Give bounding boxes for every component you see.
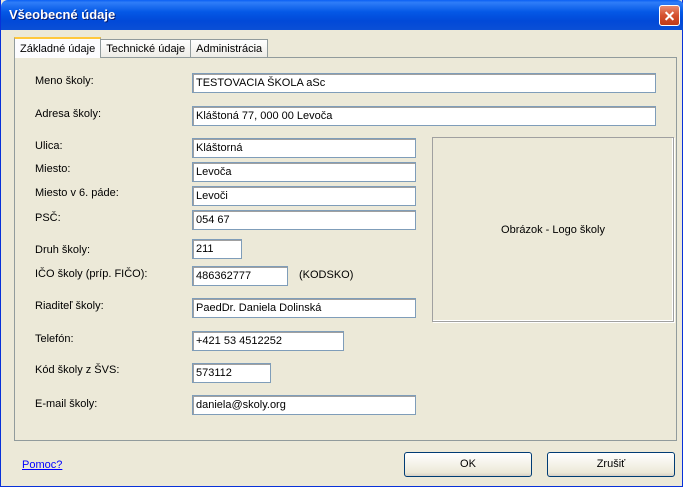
- telefon-input[interactable]: +421 53 4512252: [192, 331, 344, 351]
- meno-skoly-input[interactable]: TESTOVACIA ŠKOLA aSc: [192, 73, 656, 93]
- ico-input[interactable]: 486362777: [192, 266, 288, 286]
- label-adresa-skoly: Adresa školy:: [35, 108, 102, 120]
- help-link[interactable]: Pomoc?: [22, 459, 62, 471]
- tab-zakladne-udaje[interactable]: Základné údaje: [14, 37, 102, 58]
- window-title: Všeobecné údaje: [9, 7, 116, 22]
- label-ico: IČO školy (príp. FIČO):: [35, 268, 148, 280]
- tab-panel: Meno školy: TESTOVACIA ŠKOLA aSc Adresa …: [14, 57, 677, 441]
- cancel-button[interactable]: Zrušiť: [547, 452, 675, 477]
- tab-strip: Základné údaje Technické údaje Administr…: [14, 37, 269, 58]
- miesto-6-pade-input[interactable]: Levoči: [192, 186, 416, 206]
- adresa-skoly-input[interactable]: Kláštoná 77, 000 00 Levoča: [192, 106, 656, 126]
- email-input[interactable]: daniela@skoly.org: [192, 395, 416, 415]
- ok-button[interactable]: OK: [404, 452, 532, 477]
- label-meno-skoly: Meno školy:: [35, 75, 94, 87]
- label-miesto-6-pade: Miesto v 6. páde:: [35, 187, 119, 199]
- dialog-window: Všeobecné údaje Základné údaje Technické…: [0, 0, 683, 487]
- miesto-input[interactable]: Levoča: [192, 162, 416, 182]
- label-druh-skoly: Druh školy:: [35, 244, 91, 256]
- ico-kodsko-text: (KODSKO): [299, 269, 354, 281]
- logo-label: Obrázok - Logo školy: [501, 223, 605, 236]
- label-riaditel: Riaditeľ školy:: [35, 300, 104, 312]
- logo-picture-box[interactable]: Obrázok - Logo školy: [432, 137, 674, 322]
- label-kod-svs: Kód školy z ŠVS:: [35, 364, 120, 376]
- label-telefon: Telefón:: [35, 333, 74, 345]
- ulica-input[interactable]: Kláštorná: [192, 138, 416, 158]
- title-bar[interactable]: Všeobecné údaje: [1, 0, 683, 30]
- kod-svs-input[interactable]: 573112: [192, 363, 271, 383]
- label-miesto: Miesto:: [35, 163, 71, 175]
- close-icon[interactable]: [659, 5, 680, 26]
- label-email: E-mail školy:: [35, 398, 98, 410]
- label-ulica: Ulica:: [35, 140, 63, 152]
- riaditel-input[interactable]: PaedDr. Daniela Dolinská: [192, 298, 416, 318]
- psc-input[interactable]: 054 67: [192, 210, 416, 230]
- tab-technicke-udaje[interactable]: Technické údaje: [100, 39, 192, 58]
- druh-skoly-input[interactable]: 211: [192, 239, 242, 259]
- tab-administracia[interactable]: Administrácia: [190, 39, 269, 58]
- label-psc: PSČ:: [35, 212, 61, 224]
